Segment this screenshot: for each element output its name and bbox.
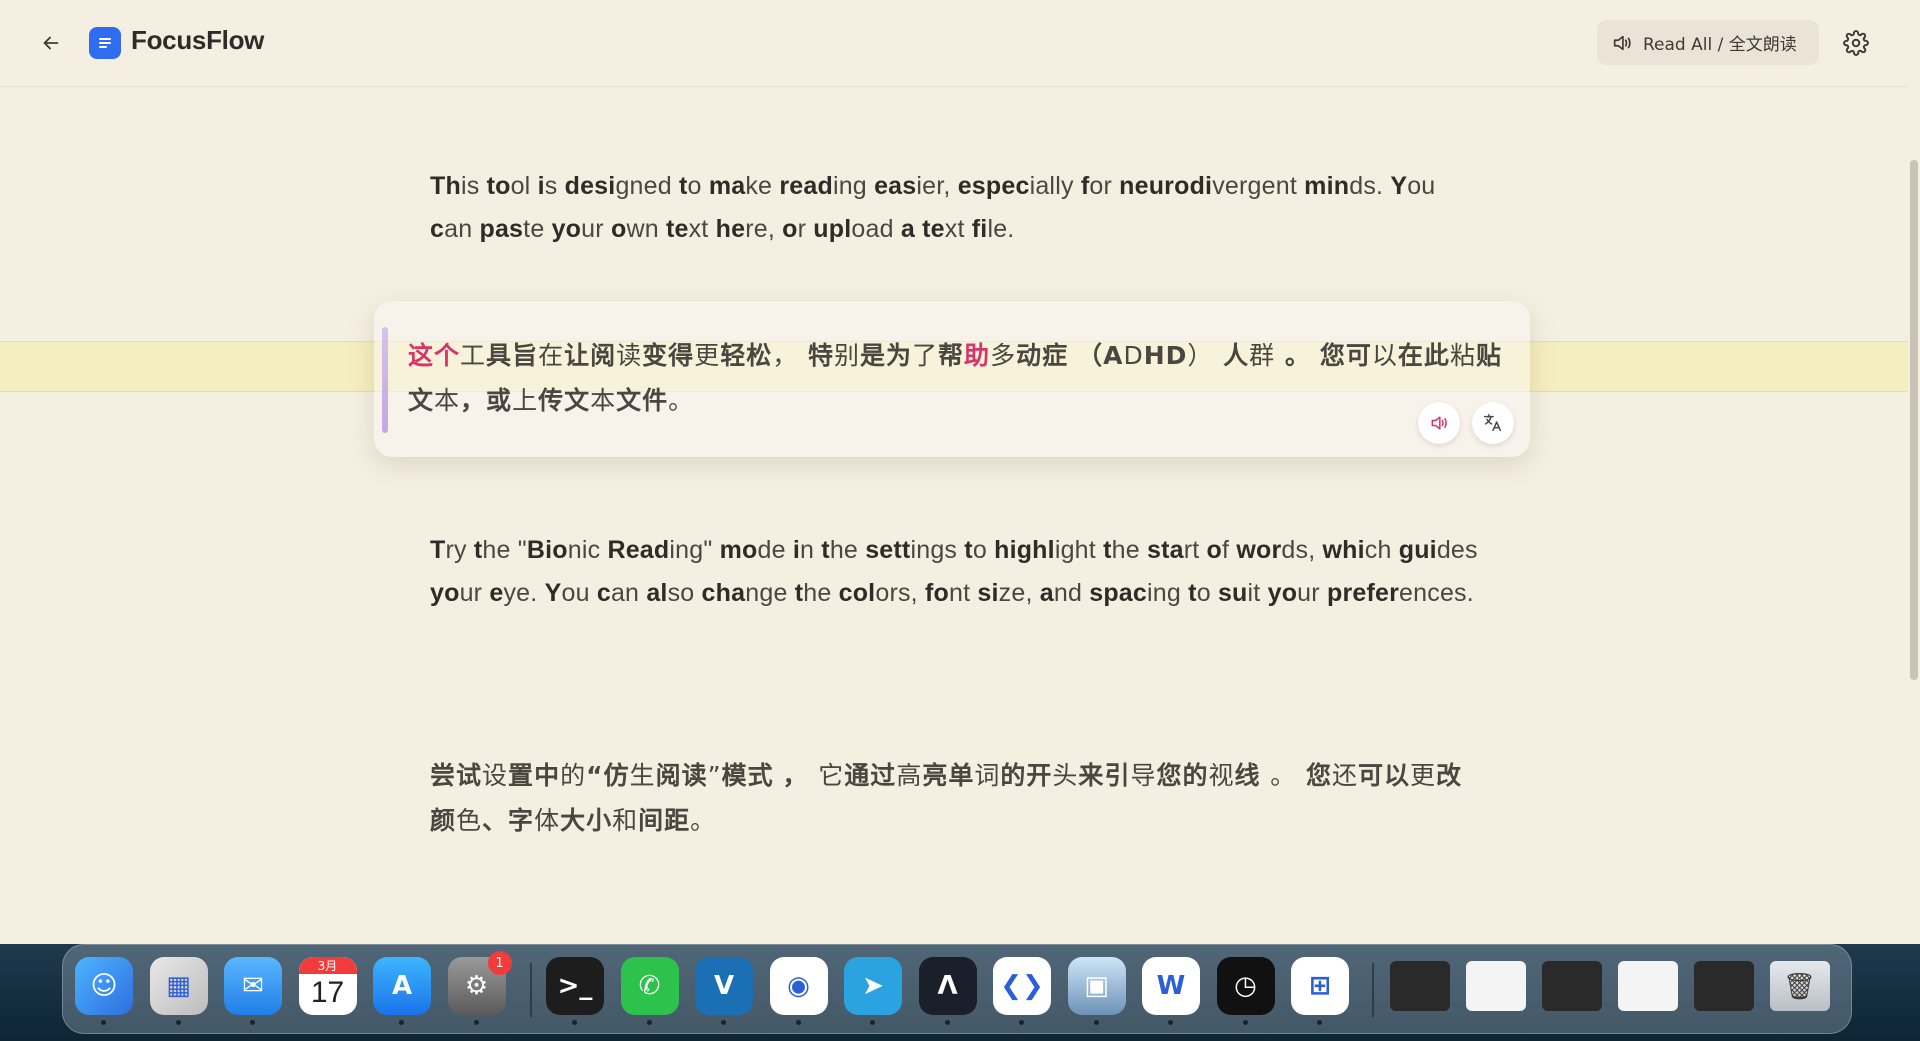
app-logo-icon — [89, 27, 121, 59]
translate-button[interactable] — [1472, 402, 1514, 444]
arc-icon: Λ — [937, 971, 958, 1001]
system-settings-icon: ⚙ — [464, 971, 489, 1001]
running-indicator — [1317, 1020, 1322, 1025]
focused-paragraph-card: 这个工具旨在让阅读变得更轻松， 特别是为了帮助多动症 （ADHD） 人群 。 您… — [374, 301, 1530, 457]
running-indicator — [399, 1020, 404, 1025]
running-indicator — [1168, 1020, 1173, 1025]
translate-icon — [1484, 414, 1502, 432]
launchpad-icon: ▦ — [166, 971, 191, 1001]
running-indicator — [101, 1020, 106, 1025]
dock-app-vim[interactable]: V — [695, 957, 753, 1025]
running-indicator — [473, 1020, 479, 1025]
dock-app-finder[interactable]: ☺ — [75, 957, 133, 1025]
windows-icon: ⊞ — [1309, 971, 1331, 1001]
dock-app-windows[interactable]: ⊞ — [1291, 957, 1349, 1025]
running-indicator — [1242, 1020, 1248, 1025]
dock-app-preview[interactable]: ▣ — [1067, 957, 1126, 1025]
dock-app-telegram[interactable]: ➤ — [844, 957, 902, 1025]
dock-app-vscode[interactable]: ❮❯ — [993, 957, 1051, 1025]
vscode-icon: ❮❯ — [1000, 971, 1044, 1001]
running-indicator — [795, 1020, 801, 1025]
dock-app-launchpad[interactable]: ▦ — [149, 957, 208, 1025]
dock-minimized-window[interactable] — [1465, 961, 1526, 1011]
dock-divider — [530, 963, 532, 1017]
dock-app-mail[interactable]: ✉ — [224, 957, 282, 1025]
calendar-day: 17 — [310, 976, 345, 1009]
notification-badge: 1 — [487, 951, 512, 975]
dock-minimized-window[interactable] — [1541, 961, 1602, 1011]
telegram-icon: ➤ — [862, 971, 884, 1001]
read-all-button[interactable]: Read All / 全文朗读 — [1597, 20, 1819, 65]
mail-icon: ✉ — [242, 971, 264, 1001]
dock-trash[interactable]: 🗑 — [1769, 961, 1830, 1011]
read-paragraph-button[interactable] — [1418, 402, 1460, 444]
dock-app-word[interactable]: W — [1142, 957, 1200, 1025]
settings-button[interactable] — [1838, 25, 1874, 61]
back-button[interactable] — [34, 26, 68, 60]
focusflow-app: FocusFlow Read All / 全文朗读 This tool is d… — [0, 0, 1920, 944]
dock-app-terminal[interactable]: >_ — [546, 957, 604, 1025]
running-indicator — [1019, 1020, 1024, 1025]
macos-dock: ☺ ▦ ✉ 3月 17 A ⚙ 1 >_ ✆ V ◉ ➤ Λ ❮❯ ▣ W ◷ ⊞ 🗑 — [62, 944, 1852, 1034]
word-icon: W — [1156, 971, 1186, 1001]
running-indicator — [250, 1020, 255, 1025]
running-indicator — [1093, 1020, 1099, 1025]
dock-minimized-window[interactable] — [1693, 961, 1754, 1011]
speaker-icon — [1431, 416, 1447, 430]
paragraph-en-2: Try the "Bionic Reading" mode in the set… — [430, 536, 1478, 607]
preview-icon: ▣ — [1084, 971, 1109, 1001]
app-title: FocusFlow — [131, 25, 265, 55]
dock-app-arc[interactable]: Λ — [918, 957, 977, 1025]
read-all-label: Read All / 全文朗读 — [1643, 35, 1797, 55]
dock-minimized-window[interactable] — [1389, 961, 1450, 1011]
running-indicator — [572, 1020, 577, 1025]
running-indicator — [175, 1020, 181, 1025]
arrow-left-icon — [43, 36, 59, 50]
chrome-icon: ◉ — [787, 971, 810, 1001]
paragraph-zh-1: 这个工具旨在让阅读变得更轻松， 特别是为了帮助多动症 （ADHD） 人群 。 您… — [408, 341, 1502, 415]
calendar-month: 3月 — [298, 957, 357, 974]
terminal-icon: >_ — [557, 971, 593, 1001]
running-indicator — [944, 1020, 950, 1025]
trash-icon: 🗑 — [1782, 970, 1816, 1001]
scrollbar-thumb[interactable] — [1910, 160, 1918, 680]
focus-indicator-bar — [382, 327, 388, 433]
running-indicator — [870, 1020, 875, 1025]
dock-app-calendar[interactable]: 3月 17 — [298, 957, 357, 1015]
speaker-icon — [1613, 35, 1631, 50]
dock-app-chrome[interactable]: ◉ — [769, 957, 828, 1025]
dock-app-clock[interactable]: ◷ — [1216, 957, 1275, 1025]
running-indicator — [646, 1020, 652, 1025]
paragraph-en-1: This tool is designed to make reading ea… — [430, 172, 1436, 243]
clock-icon: ◷ — [1234, 971, 1257, 1001]
vim-icon: V — [713, 971, 735, 1001]
app-store-icon: A — [391, 971, 413, 1001]
wechat-icon: ✆ — [638, 971, 661, 1001]
dock-app-wechat[interactable]: ✆ — [620, 957, 679, 1025]
running-indicator — [721, 1020, 726, 1025]
dock-app-system-settings[interactable]: ⚙ 1 — [447, 951, 512, 1025]
dock-divider — [1371, 963, 1374, 1017]
dock-minimized-window[interactable] — [1617, 961, 1678, 1011]
finder-icon: ☺ — [90, 971, 118, 1001]
paragraph-zh-2: 尝试设置中的“仿生阅读”模式 ， 它通过高亮单词的开头来引导您的视线 。 您还可… — [430, 761, 1463, 835]
top-bar: FocusFlow Read All / 全文朗读 — [0, 0, 1908, 87]
gear-icon — [1843, 30, 1869, 56]
dock-app-app-store[interactable]: A — [373, 957, 431, 1025]
